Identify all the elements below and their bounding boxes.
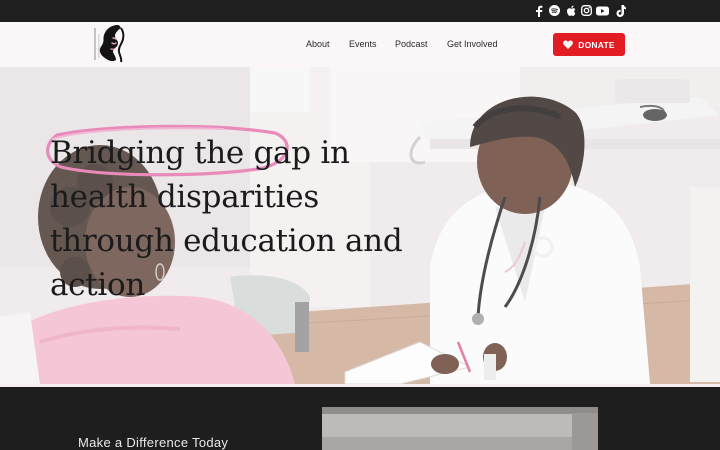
hero-headline: Bridging the gap in health disparities t…: [50, 131, 410, 307]
site-logo[interactable]: [88, 22, 132, 66]
social-bar: [0, 0, 720, 22]
main-navbar: About Events Podcast Get Involved DONATE: [0, 22, 720, 67]
donate-button[interactable]: DONATE: [553, 33, 625, 56]
heart-icon: [563, 40, 574, 49]
headline-highlight: Bridging the gap: [50, 135, 311, 171]
hero-section: Bridging the gap in health disparities t…: [0, 67, 720, 384]
section-heading: Make a Difference Today: [78, 435, 229, 450]
nav-podcast[interactable]: Podcast: [395, 38, 428, 50]
headline-line-3: through education and: [50, 223, 403, 259]
apple-icon[interactable]: [564, 4, 577, 17]
donate-label: DONATE: [578, 39, 615, 50]
nav-events[interactable]: Events: [349, 38, 377, 50]
nav-get-involved[interactable]: Get Involved: [447, 38, 498, 50]
headline-line-1: in: [310, 135, 350, 171]
make-difference-section: Make a Difference Today: [0, 387, 720, 450]
headline-line-4: action: [50, 267, 146, 303]
thumbnail-image: [322, 407, 598, 450]
headline-line-2: health disparities: [50, 179, 319, 215]
nav-about[interactable]: About: [306, 38, 330, 50]
spotify-icon[interactable]: [548, 4, 561, 17]
tiktok-icon[interactable]: [614, 4, 627, 17]
facebook-icon[interactable]: [532, 4, 545, 17]
video-thumbnail[interactable]: [322, 407, 598, 450]
instagram-icon[interactable]: [580, 4, 593, 17]
youtube-icon[interactable]: [596, 4, 609, 17]
